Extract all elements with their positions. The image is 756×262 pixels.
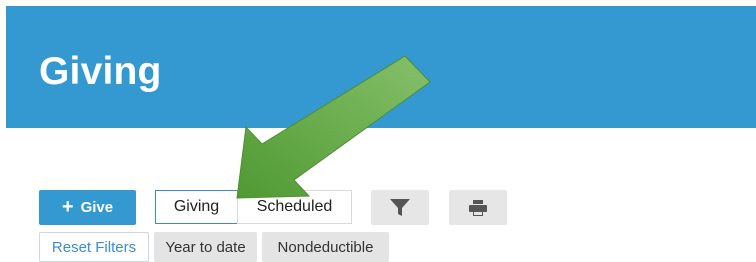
give-button[interactable]: + Give — [39, 190, 136, 225]
filter-chip-label: Year to date — [165, 238, 246, 256]
filter-chip-label: Nondeductible — [277, 238, 374, 256]
printer-icon — [469, 199, 487, 216]
funnel-icon — [390, 198, 410, 216]
filter-chip-nondeductible[interactable]: Nondeductible — [262, 232, 389, 262]
filter-chip-year-to-date[interactable]: Year to date — [154, 232, 257, 262]
page-title: Giving — [39, 50, 162, 93]
print-button[interactable] — [449, 190, 507, 225]
tab-scheduled-label: Scheduled — [256, 198, 333, 215]
reset-filters-label: Reset Filters — [51, 238, 137, 256]
plus-icon: + — [61, 195, 74, 218]
reset-filters-link[interactable]: Reset Filters — [39, 232, 149, 262]
page-header: Giving — [6, 6, 756, 128]
tab-giving[interactable]: Giving — [155, 190, 238, 224]
tab-giving-label: Giving — [173, 198, 220, 215]
give-button-label: Give — [80, 199, 114, 216]
tab-scheduled[interactable]: Scheduled — [237, 190, 352, 224]
filter-button[interactable] — [371, 190, 429, 225]
